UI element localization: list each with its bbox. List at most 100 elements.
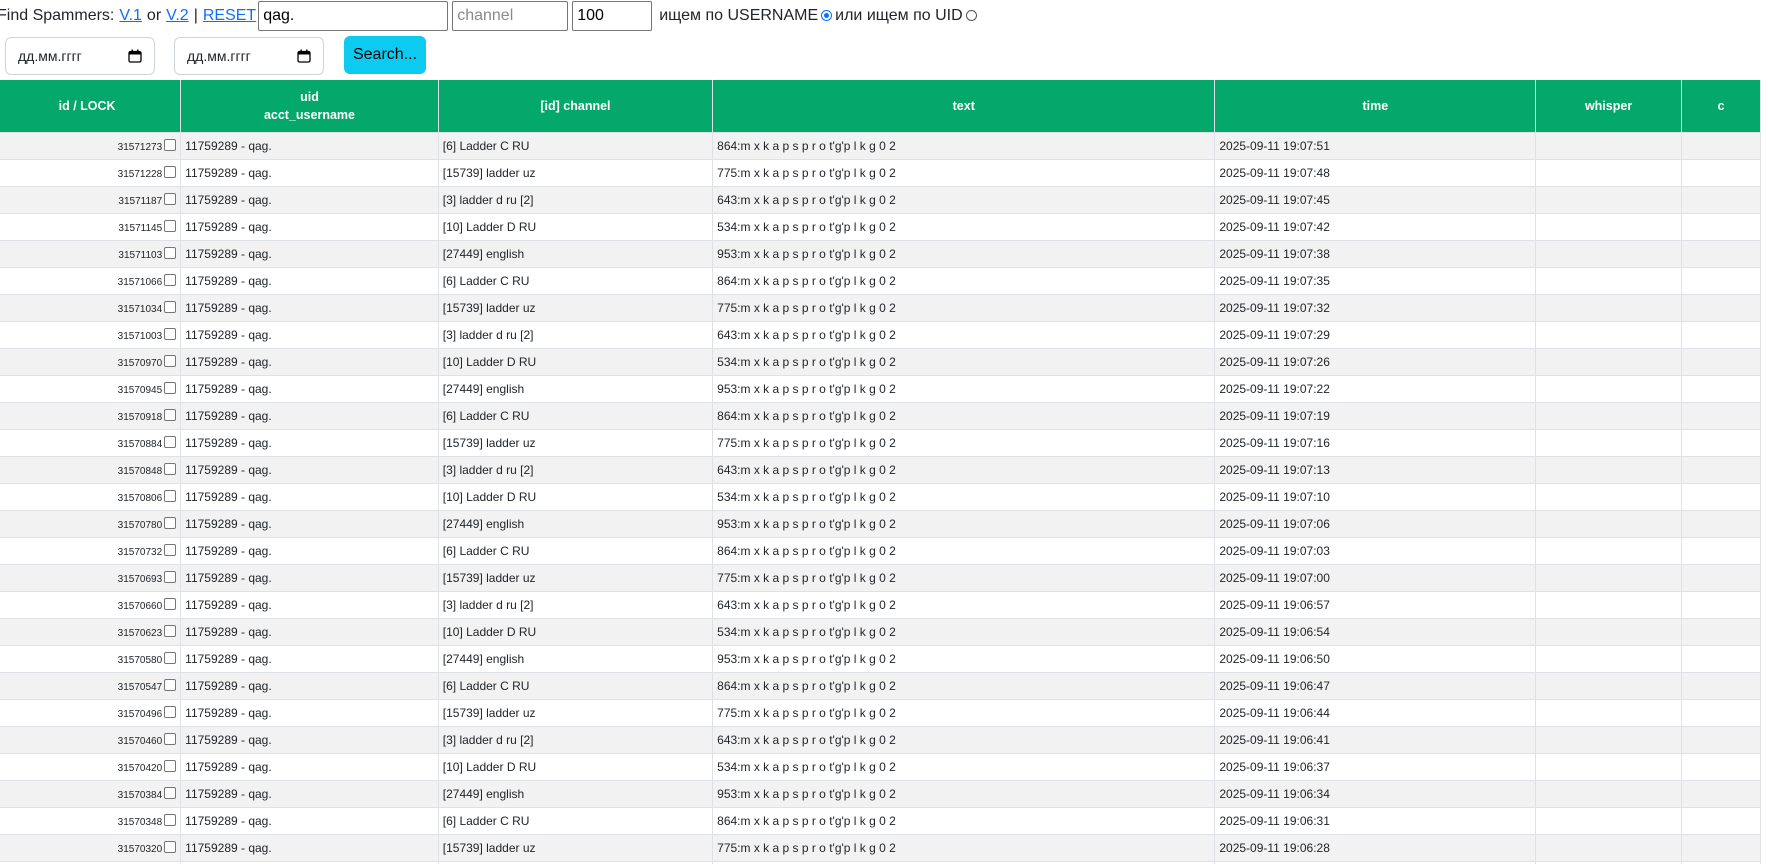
- lock-checkbox[interactable]: [164, 328, 177, 340]
- text-cell: 775:m x k a p s p r o t'g'p l k g 0 2: [712, 699, 1216, 727]
- lock-checkbox[interactable]: [164, 625, 177, 637]
- user-cell: 11759289 - qag.: [180, 159, 439, 187]
- date-from-input[interactable]: дд.мм.гггг: [5, 37, 155, 75]
- time-cell: 2025-09-11 19:06:44: [1214, 699, 1537, 727]
- col-header-uid-label: uid: [300, 90, 319, 104]
- channel-cell: [27449] english: [437, 780, 714, 808]
- text-cell: 775:m x k a p s p r o t'g'p l k g 0 2: [712, 159, 1216, 187]
- extra-cell: [1680, 132, 1762, 160]
- message-id: 31571145: [118, 223, 163, 234]
- page-title: Find Spammers:: [0, 7, 115, 24]
- lock-checkbox[interactable]: [164, 733, 177, 745]
- lock-checkbox[interactable]: [164, 787, 177, 799]
- channel-cell: [6] Ladder C RU: [437, 807, 714, 835]
- extra-cell: [1680, 402, 1762, 430]
- time-cell: 2025-09-11 19:07:51: [1214, 132, 1537, 160]
- lock-checkbox[interactable]: [164, 652, 177, 664]
- message-id: 31570884: [117, 439, 163, 450]
- time-cell: 2025-09-11 19:06:37: [1214, 753, 1537, 781]
- date-to-input[interactable]: дд.мм.гггг: [174, 37, 324, 75]
- lock-checkbox[interactable]: [164, 706, 177, 718]
- whisper-cell: [1535, 321, 1682, 349]
- whisper-cell: [1535, 402, 1682, 430]
- col-header-uid[interactable]: uid acct_username: [180, 80, 439, 133]
- lock-checkbox[interactable]: [164, 517, 177, 529]
- table-row: 31570460 11759289 - qag. [3] ladder d ru […: [0, 726, 1762, 754]
- lock-checkbox[interactable]: [164, 166, 177, 178]
- table-row: 31570970 11759289 - qag. [10] Ladder D RU 5…: [0, 348, 1762, 376]
- col-header-c[interactable]: c: [1680, 80, 1762, 133]
- channel-cell: [6] Ladder C RU: [437, 402, 714, 430]
- whisper-cell: [1535, 456, 1682, 484]
- col-header-time[interactable]: time: [1214, 80, 1537, 133]
- text-cell: 643:m x k a p s p r o t'g'p l k g 0 2: [712, 186, 1216, 214]
- extra-cell: [1680, 780, 1762, 808]
- table-row: 31571145 11759289 - qag. [10] Ladder D RU 5…: [0, 213, 1762, 241]
- whisper-cell: [1535, 240, 1682, 268]
- channel-cell: [27449] english: [437, 375, 714, 403]
- channel-cell: [6] Ladder C RU: [437, 537, 714, 565]
- lock-checkbox[interactable]: [164, 571, 177, 583]
- table-row: 31570848 11759289 - qag. [3] ladder d ru […: [0, 456, 1762, 484]
- col-header-channel[interactable]: [id] channel: [437, 80, 714, 133]
- whisper-cell: [1535, 483, 1682, 511]
- text-cell: 864:m x k a p s p r o t'g'p l k g 0 2: [712, 402, 1216, 430]
- message-id: 31570806: [117, 493, 163, 504]
- v2-link[interactable]: V.2: [166, 7, 189, 25]
- username-radio[interactable]: [821, 9, 833, 21]
- uid-radio[interactable]: [965, 9, 977, 21]
- calendar-icon[interactable]: [128, 49, 142, 63]
- col-header-whisper[interactable]: whisper: [1535, 80, 1682, 133]
- lock-checkbox[interactable]: [164, 409, 177, 421]
- channel-cell: [27449] english: [437, 510, 714, 538]
- username-input[interactable]: [258, 1, 449, 31]
- whisper-cell: [1535, 294, 1682, 322]
- extra-cell: [1680, 672, 1762, 700]
- lock-checkbox[interactable]: [164, 814, 177, 826]
- text-cell: 953:m x k a p s p r o t'g'p l k g 0 2: [712, 510, 1216, 538]
- id-cell: 31570806: [0, 483, 182, 511]
- lock-checkbox[interactable]: [164, 139, 177, 151]
- extra-cell: [1680, 537, 1762, 565]
- or-label: or: [146, 7, 162, 24]
- whisper-cell: [1535, 753, 1682, 781]
- v1-link[interactable]: V.1: [119, 7, 142, 25]
- channel-input[interactable]: [452, 1, 569, 31]
- message-id: 31571273: [117, 142, 163, 153]
- lock-checkbox[interactable]: [164, 463, 177, 475]
- reset-link[interactable]: RESET: [203, 7, 256, 25]
- lock-checkbox[interactable]: [164, 274, 177, 286]
- whisper-cell: [1535, 780, 1682, 808]
- lock-checkbox[interactable]: [164, 382, 177, 394]
- lock-checkbox[interactable]: [164, 841, 177, 853]
- id-cell: 31570660: [0, 591, 182, 619]
- lock-checkbox[interactable]: [164, 355, 177, 367]
- lock-checkbox[interactable]: [164, 679, 177, 691]
- lock-checkbox[interactable]: [164, 760, 177, 772]
- id-cell: 31570420: [0, 753, 182, 781]
- message-id: 31570780: [117, 520, 163, 531]
- id-cell: 31570693: [0, 564, 182, 592]
- time-cell: 2025-09-11 19:06:41: [1214, 726, 1537, 754]
- time-cell: 2025-09-11 19:06:28: [1214, 834, 1537, 862]
- col-header-id-lock[interactable]: id / LOCK: [0, 80, 182, 133]
- lock-checkbox[interactable]: [164, 193, 177, 205]
- extra-cell: [1680, 591, 1762, 619]
- message-id: 31570420: [117, 763, 163, 774]
- user-cell: 11759289 - qag.: [180, 699, 439, 727]
- lock-checkbox[interactable]: [164, 220, 177, 232]
- search-button[interactable]: Search...: [344, 36, 426, 74]
- limit-input[interactable]: [572, 1, 653, 31]
- lock-checkbox[interactable]: [164, 490, 177, 502]
- extra-cell: [1680, 564, 1762, 592]
- lock-checkbox[interactable]: [164, 598, 177, 610]
- col-header-text[interactable]: text: [712, 80, 1216, 133]
- id-cell: 31570732: [0, 537, 182, 565]
- lock-checkbox[interactable]: [164, 544, 177, 556]
- lock-checkbox[interactable]: [164, 301, 177, 313]
- message-id: 31570496: [117, 709, 163, 720]
- lock-checkbox[interactable]: [164, 436, 177, 448]
- calendar-icon[interactable]: [297, 49, 311, 63]
- id-cell: 31571145: [0, 213, 182, 241]
- lock-checkbox[interactable]: [164, 247, 177, 259]
